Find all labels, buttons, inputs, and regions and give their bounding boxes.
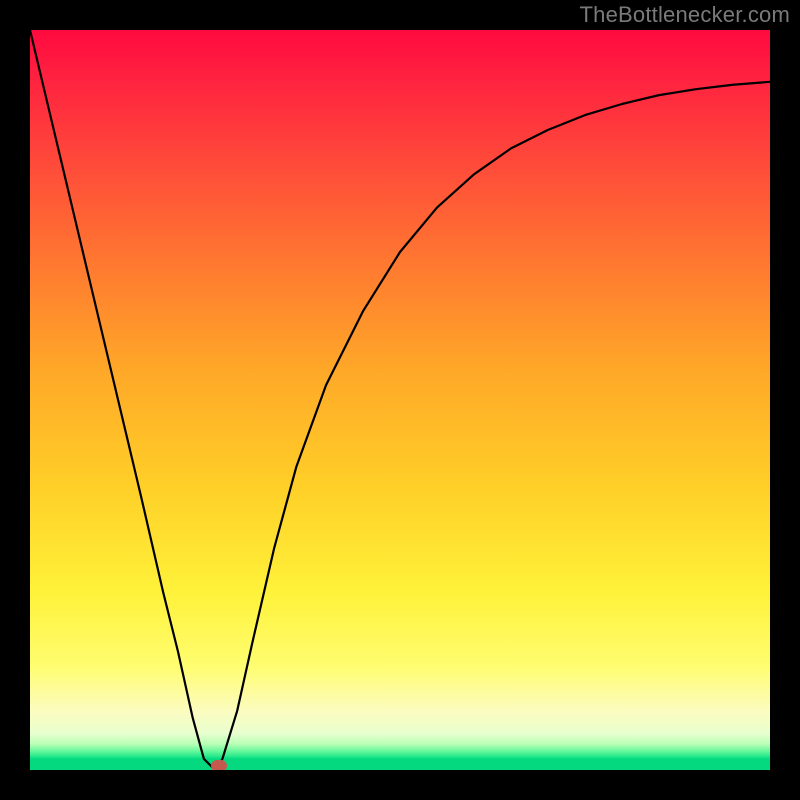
chart-frame: TheBottlenecker.com <box>0 0 800 800</box>
plot-area <box>30 30 770 770</box>
curve-path <box>30 30 770 770</box>
bottleneck-curve <box>30 30 770 770</box>
optimum-marker <box>211 760 227 770</box>
attribution-text: TheBottlenecker.com <box>580 2 790 28</box>
